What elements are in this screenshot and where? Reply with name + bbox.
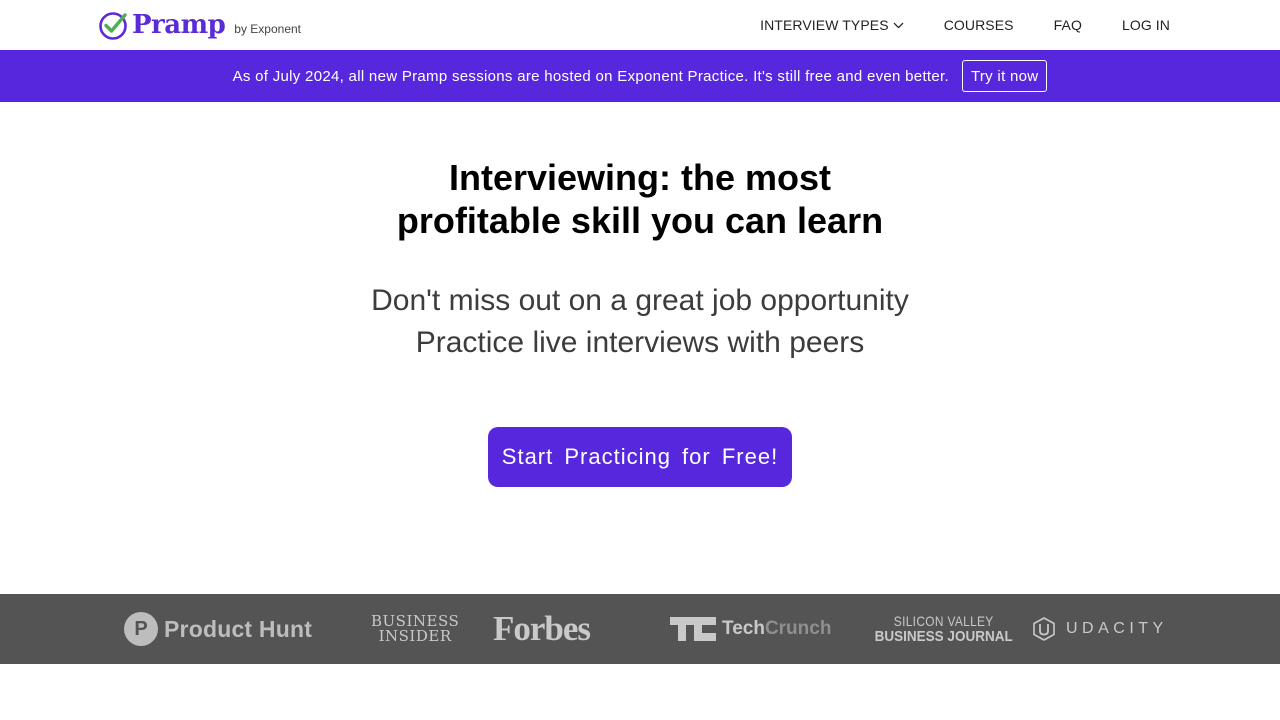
hero-subtitle-line-2: Practice live interviews with peers: [415, 326, 865, 359]
hero-title-line-1: Interviewing: the most: [448, 157, 832, 198]
try-it-now-button[interactable]: Try it now: [961, 60, 1048, 92]
press-logos-bar: P Product Hunt BUSINESS INSIDER Forbes T…: [0, 594, 1280, 664]
banner-text: As of July 2024, all new Pramp sessions …: [232, 67, 949, 85]
business-insider-logo: BUSINESS INSIDER: [371, 594, 459, 664]
udacity-icon: [1033, 617, 1055, 641]
sv-business-journal-logo: SILICON VALLEY BUSINESS JOURNAL: [867, 594, 1020, 664]
nav-courses[interactable]: COURSES: [944, 17, 1014, 33]
check-circle-icon: [99, 12, 127, 40]
start-practicing-button[interactable]: Start Practicing for Free!: [488, 427, 792, 487]
business-insider-line-2: INSIDER: [378, 627, 452, 645]
hero-subtitle: Don't miss out on a great job opportunit…: [0, 280, 1280, 364]
techcrunch-logo: Tech Crunch: [670, 594, 831, 664]
nav-interview-types[interactable]: INTERVIEW TYPES: [760, 17, 904, 33]
product-hunt-wordmark: Product Hunt: [164, 615, 313, 642]
techcrunch-crunch: Crunch: [764, 618, 832, 639]
hero-title-line-2: profitable skill you can learn: [396, 200, 884, 241]
pramp-logo-link[interactable]: Pramp by Exponent: [98, 9, 301, 41]
hero-subtitle-line-1: Don't miss out on a great job opportunit…: [371, 284, 909, 317]
chevron-down-icon: [893, 22, 903, 28]
logo-wordmark: Pramp: [132, 10, 226, 40]
announcement-banner: As of July 2024, all new Pramp sessions …: [0, 50, 1280, 102]
nav-interview-types-label: INTERVIEW TYPES: [760, 17, 889, 33]
udacity-logo: UDACITY: [1032, 594, 1168, 664]
nav-links: INTERVIEW TYPES COURSES FAQ LOG IN: [760, 0, 1170, 50]
product-hunt-logo: P Product Hunt: [124, 594, 312, 664]
top-navbar: Pramp by Exponent INTERVIEW TYPES COURSE…: [0, 0, 1280, 50]
hero-title: Interviewing: the most profitable skill …: [0, 156, 1280, 242]
forbes-logo: Forbes: [493, 594, 591, 664]
nav-faq[interactable]: FAQ: [1054, 17, 1082, 33]
techcrunch-icon: [670, 617, 716, 641]
sv-business-journal-line-1: SILICON VALLEY: [893, 612, 994, 629]
nav-login[interactable]: LOG IN: [1122, 17, 1170, 33]
forbes-wordmark: Forbes: [493, 609, 591, 648]
sv-business-journal-line-2: BUSINESS JOURNAL: [874, 627, 1013, 645]
udacity-wordmark: UDACITY: [1066, 620, 1168, 637]
product-hunt-icon: P: [124, 612, 158, 646]
techcrunch-tech: Tech: [722, 618, 765, 639]
logo-byline: by Exponent: [234, 22, 302, 36]
